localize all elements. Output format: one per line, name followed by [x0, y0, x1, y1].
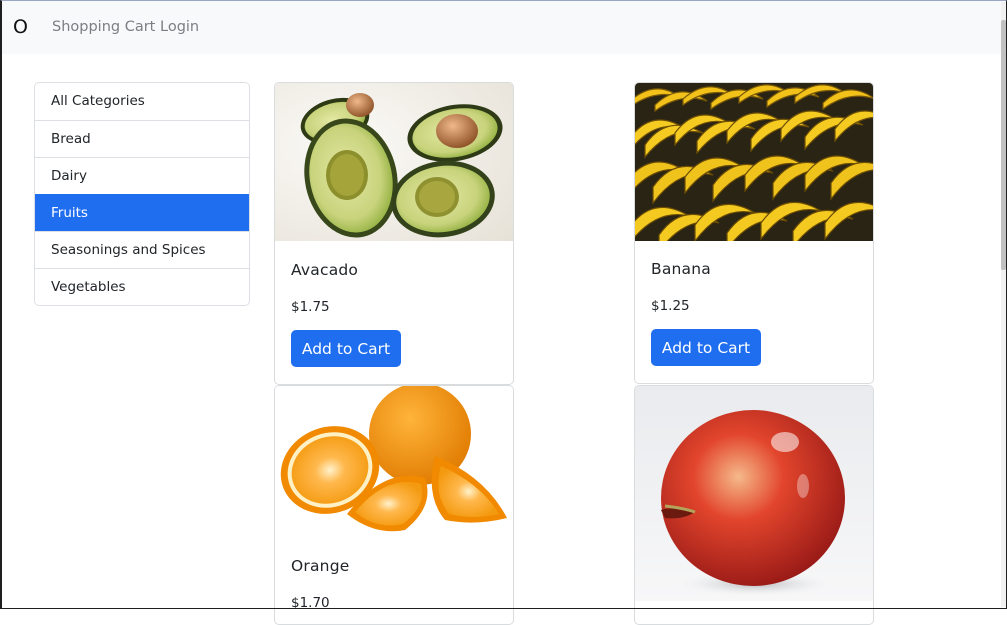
add-to-cart-button[interactable]: Add to Cart — [291, 330, 401, 367]
banana-image — [635, 83, 873, 241]
avocado-image — [275, 83, 513, 241]
product-card-avocado: Avacado $1.75 Add to Cart — [274, 82, 514, 385]
nav-shopping-cart-link[interactable]: Shopping Cart — [52, 19, 155, 35]
category-item-vegetables[interactable]: Vegetables — [35, 268, 249, 305]
product-card-apple — [634, 385, 874, 625]
product-card-banana: Banana $1.25 Add to Cart — [634, 82, 874, 384]
nav-login-link[interactable]: Login — [160, 19, 199, 35]
apple-image — [635, 386, 873, 601]
product-price: $1.75 — [291, 299, 330, 315]
page-scrollbar[interactable] — [1001, 2, 1006, 607]
product-name: Orange — [291, 557, 350, 575]
scrollbar-thumb[interactable] — [1001, 20, 1006, 270]
category-list: All Categories Bread Dairy Fruits Season… — [34, 82, 250, 306]
category-item-all[interactable]: All Categories — [35, 83, 249, 120]
category-item-bread[interactable]: Bread — [35, 120, 249, 157]
product-name: Avacado — [291, 261, 359, 279]
product-card-orange: Orange $1.70 — [274, 385, 514, 625]
category-item-dairy[interactable]: Dairy — [35, 157, 249, 194]
orange-image — [275, 386, 513, 544]
product-name: Banana — [651, 260, 711, 278]
category-item-seasonings[interactable]: Seasonings and Spices — [35, 231, 249, 268]
product-price: $1.25 — [651, 298, 690, 314]
brand-logo[interactable]: O — [13, 16, 28, 38]
add-to-cart-button[interactable]: Add to Cart — [651, 329, 761, 366]
category-item-fruits[interactable]: Fruits — [35, 194, 249, 231]
navbar: O Shopping Cart Login — [0, 0, 1007, 54]
